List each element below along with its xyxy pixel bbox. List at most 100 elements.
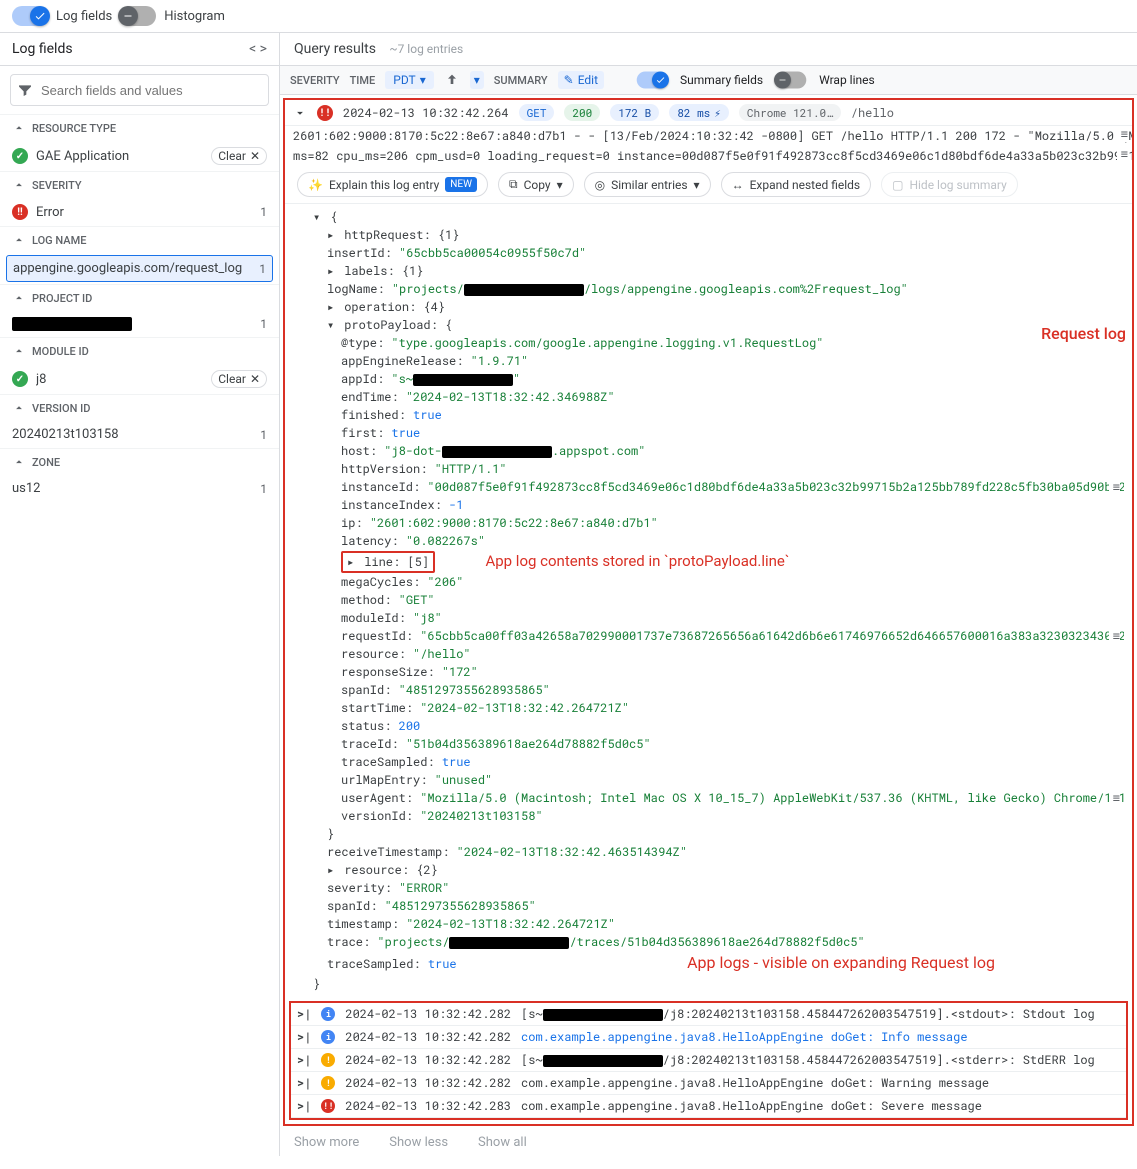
info-icon: i bbox=[321, 1007, 335, 1021]
chevron-up-icon bbox=[12, 455, 26, 469]
sidebar-title: Log fields bbox=[12, 41, 73, 57]
chevron-up-icon bbox=[12, 121, 26, 135]
facet-head-logname[interactable]: LOG NAME bbox=[0, 226, 279, 253]
similar-button[interactable]: ◎ Similar entries ▾ bbox=[584, 172, 711, 197]
chevron-expand-icon[interactable]: >| bbox=[297, 1098, 311, 1114]
query-toolbar: SEVERITY TIME PDT ▾ ▾ SUMMARY ✎ Edit Sum… bbox=[280, 66, 1137, 95]
check-icon bbox=[655, 75, 665, 85]
copy-button[interactable]: ⧉ Copy ▾ bbox=[498, 172, 574, 197]
log-container: !! 2024-02-13 10:32:42.264 GET 200 172 B… bbox=[283, 98, 1134, 1126]
sub-log-row[interactable]: >| i 2024-02-13 10:32:42.282 [s~/j8:2024… bbox=[291, 1003, 1126, 1026]
clear-button[interactable]: Clear ✕ bbox=[211, 370, 267, 388]
arrow-up-icon[interactable] bbox=[444, 72, 460, 88]
histogram-toggle[interactable] bbox=[120, 6, 156, 26]
minus-icon bbox=[122, 10, 134, 22]
facet-head-zone[interactable]: ZONE bbox=[0, 448, 279, 475]
chevron-expand-icon[interactable]: >| bbox=[297, 1075, 311, 1091]
chevron-expand-icon[interactable]: >| bbox=[297, 1029, 311, 1045]
clear-button[interactable]: Clear ✕ bbox=[211, 147, 267, 165]
severity-column-label[interactable]: SEVERITY bbox=[290, 74, 340, 87]
facet-module-item[interactable]: ✓j8 Clear ✕ bbox=[0, 364, 279, 394]
path-text: /hello bbox=[851, 105, 894, 121]
method-chip: GET bbox=[519, 104, 555, 121]
wrap-lines-label: Wrap lines bbox=[819, 73, 875, 87]
redacted bbox=[543, 1009, 663, 1021]
sub-log-row[interactable]: >| i 2024-02-13 10:32:42.282 com.example… bbox=[291, 1026, 1126, 1049]
latency-chip: 82 ms ⚡ bbox=[669, 104, 729, 121]
status-chip: 200 bbox=[564, 104, 600, 121]
facet-version-item[interactable]: 20240213t103158 1 bbox=[0, 421, 279, 448]
chevron-up-icon bbox=[12, 344, 26, 358]
sub-log-row[interactable]: >| ! 2024-02-13 10:32:42.282 [s~/j8:2024… bbox=[291, 1049, 1126, 1072]
log-entry-header[interactable]: !! 2024-02-13 10:32:42.264 GET 200 172 B… bbox=[285, 100, 1132, 126]
facet-head-resource-type[interactable]: RESOURCE TYPE bbox=[0, 114, 279, 141]
redacted bbox=[449, 937, 569, 949]
summary-fields-label: Summary fields bbox=[680, 73, 763, 87]
warning-icon: ! bbox=[321, 1053, 335, 1067]
bolt-icon: ⚡ bbox=[714, 105, 721, 120]
facet-head-module[interactable]: MODULE ID bbox=[0, 337, 279, 364]
facet-project-item[interactable]: 1 bbox=[0, 311, 279, 337]
chevron-down-icon[interactable] bbox=[293, 106, 307, 120]
expand-button[interactable]: ↔ Expand nested fields bbox=[721, 172, 872, 197]
chevron-expand-icon[interactable]: >| bbox=[297, 1006, 311, 1022]
annotation-applogs: App logs - visible on expanding Request … bbox=[687, 953, 995, 972]
raw-line-1: 2601:602:9000:8170:5c22:8e67:a840:d7b1 -… bbox=[285, 126, 1132, 146]
redacted bbox=[543, 1055, 663, 1067]
summary-fields-toggle[interactable] bbox=[637, 72, 668, 89]
dropdown-small[interactable]: ▾ bbox=[470, 71, 484, 89]
redacted bbox=[413, 374, 513, 386]
severity-error-icon: !! bbox=[317, 105, 333, 121]
redacted bbox=[464, 284, 584, 296]
edit-button[interactable]: ✎ Edit bbox=[558, 71, 604, 89]
main: Query results ~7 log entries SEVERITY TI… bbox=[280, 33, 1137, 1156]
line-expand[interactable]: ▸ line: [5] bbox=[341, 551, 435, 573]
sub-log-row[interactable]: >| ! 2024-02-13 10:32:42.282 com.example… bbox=[291, 1072, 1126, 1095]
entry-actions: ✨ Explain this log entry NEW ⧉ Copy ▾ ◎ … bbox=[285, 166, 1132, 204]
entry-timestamp: 2024-02-13 10:32:42.264 bbox=[343, 105, 509, 121]
log-fields-toggle[interactable] bbox=[12, 6, 48, 26]
chevron-up-icon bbox=[12, 233, 26, 247]
show-all-button[interactable]: Show all bbox=[478, 1135, 527, 1150]
show-less-button[interactable]: Show less bbox=[389, 1135, 448, 1150]
facet-zone-item[interactable]: us12 1 bbox=[0, 475, 279, 502]
filter-icon bbox=[17, 82, 33, 98]
show-more-button[interactable]: Show more bbox=[294, 1135, 359, 1150]
search-input-wrap[interactable] bbox=[10, 74, 269, 106]
facet-severity-error[interactable]: !!Error 1 bbox=[0, 198, 279, 226]
minus-icon bbox=[777, 75, 787, 85]
sub-log-row[interactable]: >| !! 2024-02-13 10:32:42.283 com.exampl… bbox=[291, 1095, 1126, 1118]
hide-summary-button: ▢ Hide log summary bbox=[881, 172, 1018, 197]
log-fields-label: Log fields bbox=[56, 9, 112, 24]
error-icon: !! bbox=[321, 1099, 335, 1113]
sidebar: Log fields < > RESOURCE TYPE ✓GAE Applic… bbox=[0, 33, 280, 1156]
wrap-lines-toggle[interactable] bbox=[776, 72, 807, 89]
chevron-expand-icon[interactable]: >| bbox=[297, 1052, 311, 1068]
facet-logname-item[interactable]: appengine.googleapis.com/request_log 1 bbox=[6, 255, 273, 282]
chevron-up-icon bbox=[12, 291, 26, 305]
histogram-label: Histogram bbox=[164, 9, 225, 24]
redacted bbox=[12, 317, 132, 331]
chevron-up-icon bbox=[12, 178, 26, 192]
ua-chip: Chrome 121.0… bbox=[739, 104, 841, 121]
facet-resource-type-item[interactable]: ✓GAE Application Clear ✕ bbox=[0, 141, 279, 171]
error-icon: !! bbox=[12, 204, 28, 220]
explain-button[interactable]: ✨ Explain this log entry NEW bbox=[297, 172, 488, 197]
warning-icon: ! bbox=[321, 1076, 335, 1090]
sub-logs: >| i 2024-02-13 10:32:42.282 [s~/j8:2024… bbox=[289, 1001, 1128, 1120]
query-results-count: ~7 log entries bbox=[389, 42, 463, 56]
facet-head-project[interactable]: PROJECT ID bbox=[0, 284, 279, 311]
expand-collapse-icon[interactable]: < > bbox=[249, 41, 267, 57]
query-results-title: Query results bbox=[294, 41, 376, 57]
chevron-up-icon bbox=[12, 401, 26, 415]
annotation-line: App log contents stored in `protoPayload… bbox=[485, 552, 789, 570]
facet-head-severity[interactable]: SEVERITY bbox=[0, 171, 279, 198]
redacted bbox=[442, 446, 552, 458]
search-input[interactable] bbox=[39, 82, 262, 99]
facet-head-version[interactable]: VERSION ID bbox=[0, 394, 279, 421]
bytes-chip: 172 B bbox=[610, 104, 659, 121]
check-icon: ✓ bbox=[12, 371, 28, 387]
timezone-dropdown[interactable]: PDT ▾ bbox=[385, 71, 433, 89]
check-icon bbox=[34, 10, 46, 22]
info-icon: i bbox=[321, 1030, 335, 1044]
